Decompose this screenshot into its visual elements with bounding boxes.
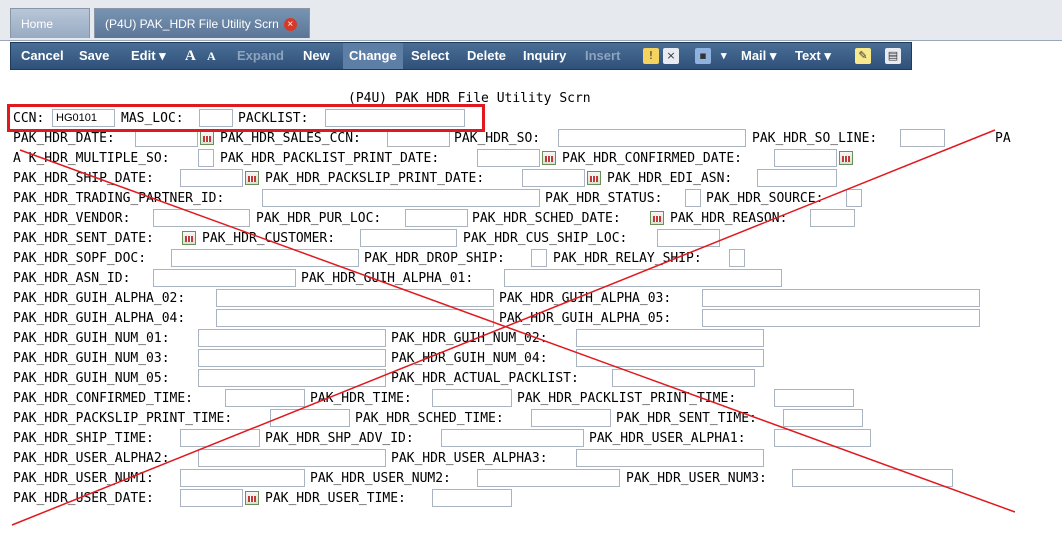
- cross-line-1: [19, 149, 1016, 513]
- cross-line-2: [11, 129, 996, 526]
- red-cross-annotation: [11, 129, 1016, 526]
